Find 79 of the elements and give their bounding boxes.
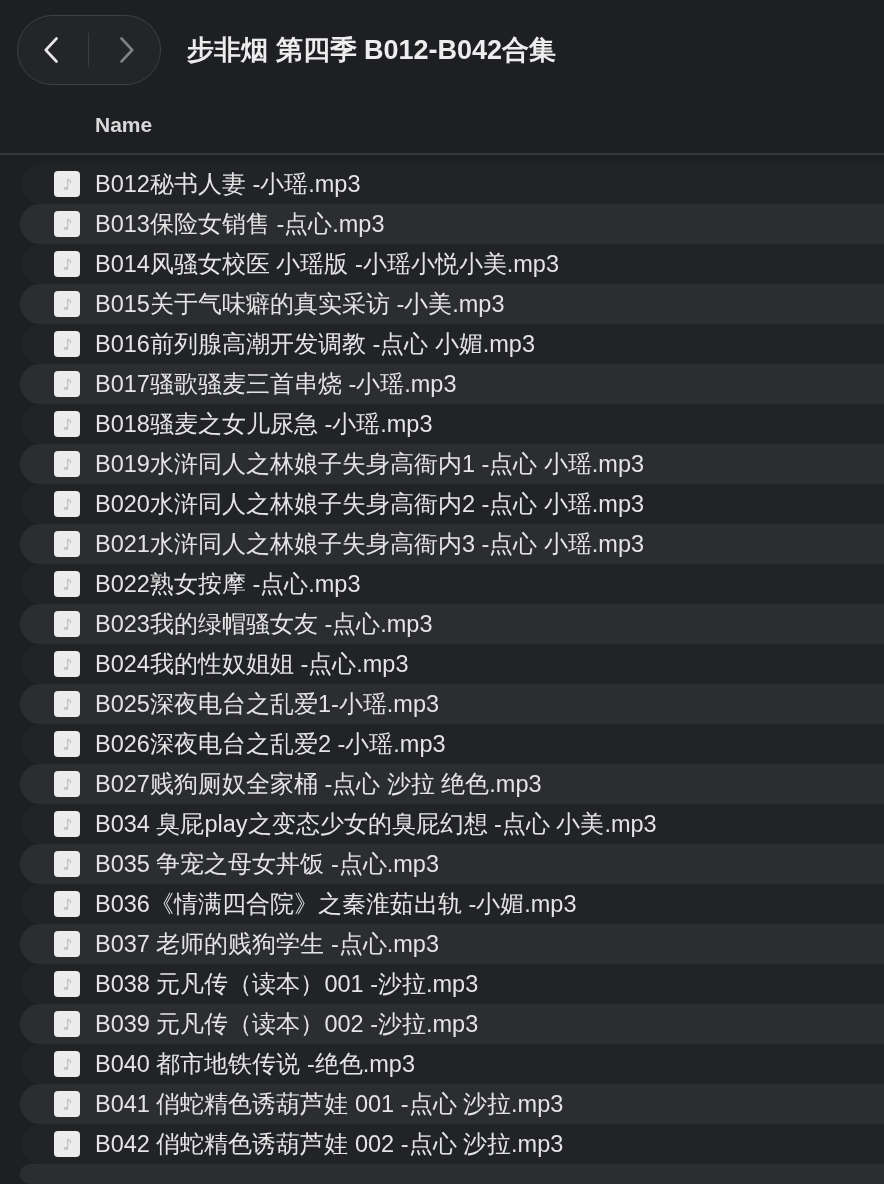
file-row[interactable]: B016前列腺高潮开发调教 -点心 小媚.mp3 xyxy=(20,324,884,364)
file-name: B042 俏蛇精色诱葫芦娃 002 -点心 沙拉.mp3 xyxy=(95,1130,564,1159)
file-name: B016前列腺高潮开发调教 -点心 小媚.mp3 xyxy=(95,330,535,359)
window-title: 步非烟 第四季 B012-B042合集 xyxy=(187,34,557,67)
music-file-icon xyxy=(54,971,80,997)
file-row[interactable]: B019水浒同人之林娘子失身高衙内1 -点心 小瑶.mp3 xyxy=(20,444,884,484)
chevron-right-icon xyxy=(119,37,134,63)
file-row[interactable]: B017骚歌骚麦三首串烧 -小瑶.mp3 xyxy=(20,364,884,404)
file-name: B037 老师的贱狗学生 -点心.mp3 xyxy=(95,930,439,959)
file-name: B039 元凡传（读本）002 -沙拉.mp3 xyxy=(95,1010,479,1039)
file-name: B023我的绿帽骚女友 -点心.mp3 xyxy=(95,610,433,639)
file-row[interactable]: B025深夜电台之乱爱1-小瑶.mp3 xyxy=(20,684,884,724)
music-file-icon xyxy=(54,771,80,797)
file-name: B022熟女按摩 -点心.mp3 xyxy=(95,570,361,599)
file-name: B018骚麦之女儿尿急 -小瑶.mp3 xyxy=(95,410,433,439)
music-file-icon xyxy=(54,811,80,837)
file-row[interactable]: B022熟女按摩 -点心.mp3 xyxy=(20,564,884,604)
file-name: B025深夜电台之乱爱1-小瑶.mp3 xyxy=(95,690,440,719)
file-row[interactable]: B034 臭屁play之变态少女的臭屁幻想 -点心 小美.mp3 xyxy=(20,804,884,844)
file-row[interactable]: B024我的性奴姐姐 -点心.mp3 xyxy=(20,644,884,684)
music-file-icon xyxy=(54,731,80,757)
file-row[interactable]: B014风骚女校医 小瑶版 -小瑶小悦小美.mp3 xyxy=(20,244,884,284)
file-name: B035 争宠之母女丼饭 -点心.mp3 xyxy=(95,850,439,879)
file-row[interactable]: B036《情满四合院》之秦淮茹出轨 -小媚.mp3 xyxy=(20,884,884,924)
file-row[interactable]: B037 老师的贱狗学生 -点心.mp3 xyxy=(20,924,884,964)
file-row[interactable]: B021水浒同人之林娘子失身高衙内3 -点心 小瑶.mp3 xyxy=(20,524,884,564)
file-row[interactable]: B020水浒同人之林娘子失身高衙内2 -点心 小瑶.mp3 xyxy=(20,484,884,524)
file-name: B021水浒同人之林娘子失身高衙内3 -点心 小瑶.mp3 xyxy=(95,530,645,559)
music-file-icon xyxy=(54,331,80,357)
file-name: B012秘书人妻 -小瑶.mp3 xyxy=(95,170,361,199)
file-name: B027贱狗厕奴全家桶 -点心 沙拉 绝色.mp3 xyxy=(95,770,542,799)
file-row[interactable]: B042 俏蛇精色诱葫芦娃 002 -点心 沙拉.mp3 xyxy=(20,1124,884,1164)
music-file-icon xyxy=(54,691,80,717)
chevron-left-icon xyxy=(44,37,59,63)
music-file-icon xyxy=(54,211,80,237)
file-name: B015关于气味癖的真实采访 -小美.mp3 xyxy=(95,290,505,319)
music-file-icon xyxy=(54,371,80,397)
file-row[interactable]: B026深夜电台之乱爱2 -小瑶.mp3 xyxy=(20,724,884,764)
music-file-icon xyxy=(54,411,80,437)
music-file-icon xyxy=(54,1131,80,1157)
music-file-icon xyxy=(54,491,80,517)
music-file-icon xyxy=(54,891,80,917)
file-row[interactable]: B027贱狗厕奴全家桶 -点心 沙拉 绝色.mp3 xyxy=(20,764,884,804)
file-row[interactable]: B013保险女销售 -点心.mp3 xyxy=(20,204,884,244)
file-row[interactable]: B035 争宠之母女丼饭 -点心.mp3 xyxy=(20,844,884,884)
file-name: B036《情满四合院》之秦淮茹出轨 -小媚.mp3 xyxy=(95,890,577,919)
music-file-icon xyxy=(54,611,80,637)
file-name: B034 臭屁play之变态少女的臭屁幻想 -点心 小美.mp3 xyxy=(95,810,657,839)
file-name: B020水浒同人之林娘子失身高衙内2 -点心 小瑶.mp3 xyxy=(95,490,645,519)
music-file-icon xyxy=(54,651,80,677)
music-file-icon xyxy=(54,1051,80,1077)
music-file-icon xyxy=(54,571,80,597)
music-file-icon xyxy=(54,531,80,557)
file-row[interactable]: B038 元凡传（读本）001 -沙拉.mp3 xyxy=(20,964,884,1004)
file-row[interactable]: B039 元凡传（读本）002 -沙拉.mp3 xyxy=(20,1004,884,1044)
file-name: B019水浒同人之林娘子失身高衙内1 -点心 小瑶.mp3 xyxy=(95,450,645,479)
music-file-icon xyxy=(54,1011,80,1037)
file-name: B038 元凡传（读本）001 -沙拉.mp3 xyxy=(95,970,479,999)
music-file-icon xyxy=(54,1091,80,1117)
file-name: B026深夜电台之乱爱2 -小瑶.mp3 xyxy=(95,730,446,759)
file-row[interactable]: B040 都市地铁传说 -绝色.mp3 xyxy=(20,1044,884,1084)
music-file-icon xyxy=(54,171,80,197)
file-name: B040 都市地铁传说 -绝色.mp3 xyxy=(95,1050,415,1079)
music-file-icon xyxy=(54,451,80,477)
music-file-icon xyxy=(54,291,80,317)
file-row[interactable]: B018骚麦之女儿尿急 -小瑶.mp3 xyxy=(20,404,884,444)
file-name: B013保险女销售 -点心.mp3 xyxy=(95,210,385,239)
file-row[interactable]: B012秘书人妻 -小瑶.mp3 xyxy=(20,164,884,204)
file-name: B024我的性奴姐姐 -点心.mp3 xyxy=(95,650,409,679)
file-row[interactable]: B023我的绿帽骚女友 -点心.mp3 xyxy=(20,604,884,644)
column-header[interactable]: Name xyxy=(95,113,153,138)
file-name: B014风骚女校医 小瑶版 -小瑶小悦小美.mp3 xyxy=(95,250,559,279)
music-file-icon xyxy=(54,251,80,277)
file-name: B041 俏蛇精色诱葫芦娃 001 -点心 沙拉.mp3 xyxy=(95,1090,564,1119)
file-row[interactable]: B015关于气味癖的真实采访 -小美.mp3 xyxy=(20,284,884,324)
music-file-icon xyxy=(54,851,80,877)
music-file-icon xyxy=(54,931,80,957)
file-row[interactable]: B041 俏蛇精色诱葫芦娃 001 -点心 沙拉.mp3 xyxy=(20,1084,884,1124)
file-name: B017骚歌骚麦三首串烧 -小瑶.mp3 xyxy=(95,370,457,399)
